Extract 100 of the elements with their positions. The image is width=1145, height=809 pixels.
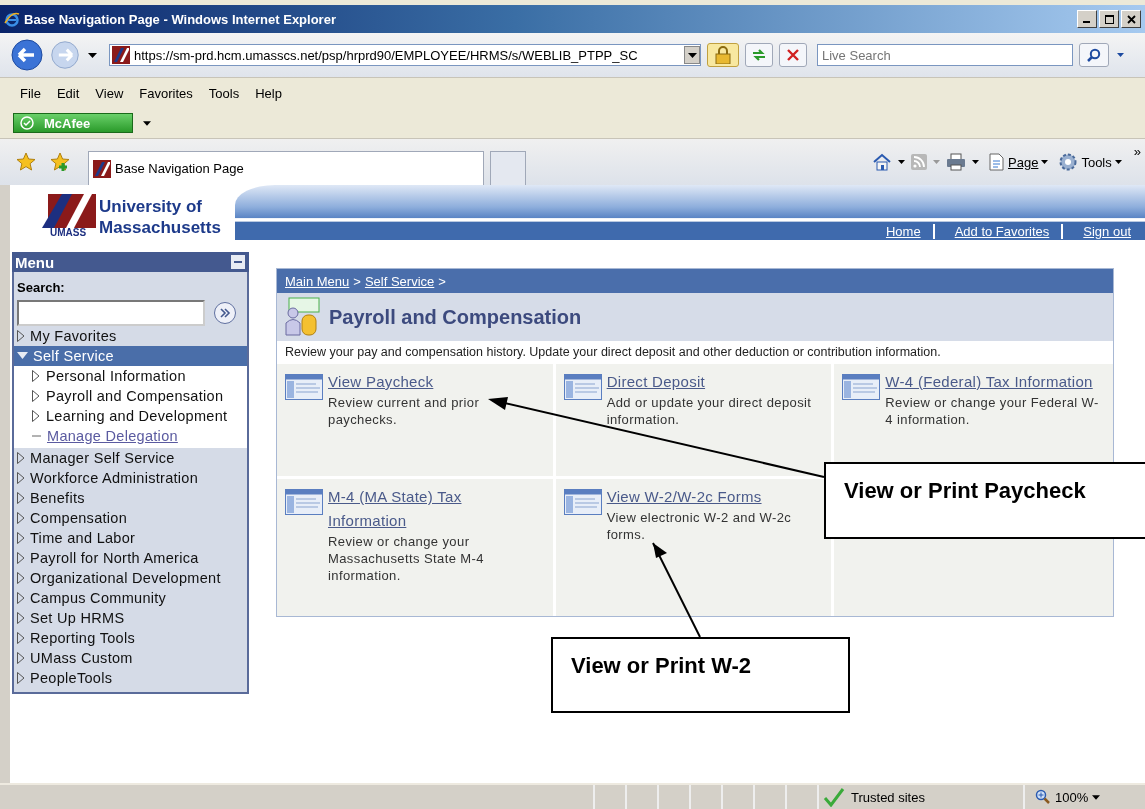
stop-button[interactable] xyxy=(779,43,807,67)
logo-text: University of xyxy=(99,196,203,217)
refresh-button[interactable] xyxy=(745,43,773,67)
tile-link[interactable]: M-4 (MA State) Tax Information xyxy=(328,485,543,533)
menu-bar-item[interactable]: View xyxy=(87,85,132,101)
breadcrumb-link[interactable]: Main Menu xyxy=(285,273,350,289)
close-button[interactable] xyxy=(1121,10,1141,28)
menu-item[interactable]: Learning and Development xyxy=(46,406,228,426)
address-dropdown-button[interactable] xyxy=(684,46,700,64)
menu-link[interactable]: Manage Delegation xyxy=(47,426,178,446)
menu-bar-item[interactable]: File xyxy=(12,85,49,101)
menu-item[interactable]: PeopleTools xyxy=(14,668,247,688)
collapsed-triangle-icon xyxy=(17,512,25,524)
window-icon xyxy=(563,489,602,515)
collapsed-triangle-icon xyxy=(17,592,25,604)
site-favicon-icon xyxy=(112,46,130,64)
menu-bar-item[interactable]: Tools xyxy=(200,85,248,101)
caret-icon[interactable] xyxy=(898,160,906,164)
breadcrumb-link[interactable]: Self Service xyxy=(364,273,435,289)
go-icon[interactable] xyxy=(213,301,237,325)
printer-icon[interactable] xyxy=(946,153,967,171)
menu-item[interactable]: Payroll for North America xyxy=(14,548,247,568)
menu-item[interactable]: UMass Custom xyxy=(14,648,247,668)
more-commands-button[interactable]: » xyxy=(1133,144,1141,159)
menu-item[interactable]: Self Service xyxy=(14,346,247,366)
menu-item[interactable]: Benefits xyxy=(14,488,247,508)
page-icon xyxy=(989,153,1006,171)
menu-item[interactable]: Payroll and Compensation xyxy=(46,386,224,406)
collapsed-triangle-icon xyxy=(17,672,25,684)
breadcrumb-separator: > xyxy=(438,273,446,289)
menu-search-field[interactable] xyxy=(17,300,205,326)
caret-icon xyxy=(1114,160,1122,164)
check-circle-icon xyxy=(20,116,34,130)
caret-icon[interactable] xyxy=(88,52,97,58)
menu-bar-item[interactable]: Edit xyxy=(48,85,88,101)
window-icon xyxy=(285,374,323,400)
checkmark-icon xyxy=(823,787,845,807)
tile-link[interactable]: View Paycheck xyxy=(328,370,543,394)
menu-title: Menu xyxy=(15,253,55,271)
add-favorite-icon[interactable] xyxy=(50,152,70,172)
menu-item[interactable]: Organizational Development xyxy=(14,568,247,588)
maximize-icon xyxy=(1104,14,1114,24)
menu-item[interactable]: Workforce Administration xyxy=(14,468,247,488)
home-icon[interactable] xyxy=(872,153,893,171)
window-title: Base Navigation Page - Windows Internet Explorer xyxy=(24,11,337,27)
tile-link[interactable]: Direct Deposit xyxy=(606,370,822,394)
menu-item[interactable]: Manager Self Service xyxy=(14,448,247,468)
caret-icon xyxy=(687,52,697,58)
collapse-icon[interactable] xyxy=(231,255,245,269)
menu-item[interactable]: Time and Labor xyxy=(14,528,247,548)
security-lock-button[interactable] xyxy=(707,43,739,67)
address-field[interactable]: https://sm-prd.hcm.umasscs.net/psp/hrprd90/EMPLOYEE/HRMS/s/WEBLIB_PTPP_SC xyxy=(109,44,701,66)
header-link[interactable]: Home xyxy=(865,223,933,239)
caret-icon[interactable] xyxy=(972,160,980,164)
back-button[interactable] xyxy=(10,38,44,72)
collapsed-triangle-icon xyxy=(17,612,25,624)
menu-bar-item[interactable]: Favorites xyxy=(131,85,201,101)
search-button[interactable] xyxy=(1079,43,1109,67)
collapsed-triangle-icon xyxy=(17,632,25,644)
page-menu-button[interactable]: Page xyxy=(989,153,1049,171)
expanded-triangle-icon xyxy=(17,352,28,360)
search-label: Search: xyxy=(17,280,65,295)
tile-link[interactable]: W-4 (Federal) Tax Information xyxy=(885,370,1101,394)
collapsed-triangle-icon xyxy=(17,330,25,342)
maximize-button[interactable] xyxy=(1099,10,1119,28)
tile-description: Review or change your Federal W-4 information. xyxy=(885,394,1100,428)
collapsed-triangle-icon xyxy=(17,572,25,584)
header-link[interactable]: Sign out xyxy=(1061,223,1145,239)
refresh-icon xyxy=(751,48,767,62)
collapsed-triangle-icon xyxy=(17,652,25,664)
search-field[interactable]: Live Search xyxy=(817,44,1073,66)
magnifier-icon xyxy=(1035,789,1051,805)
menu-item[interactable]: Personal Information xyxy=(46,366,186,386)
browser-logo-icon xyxy=(4,11,20,27)
header-link[interactable]: Add to Favorites xyxy=(932,223,1062,239)
breadcrumb-separator: > xyxy=(353,273,361,289)
menu-item[interactable]: Reporting Tools xyxy=(14,628,247,648)
collapsed-triangle-icon xyxy=(17,452,25,464)
url-text: https://sm-prd.hcm.umasscs.net/psp/hrprd90/EMPLOYEE/HRMS/s/WEBLIB_PTPP_SC xyxy=(134,47,639,63)
callout-box: View or Print W-2 xyxy=(551,637,850,713)
menu-item[interactable]: Compensation xyxy=(14,508,247,528)
caret-icon[interactable] xyxy=(1117,53,1124,57)
favorites-star-icon[interactable] xyxy=(16,152,36,172)
tile-description: Review or change your Massachusetts State M-4 information. xyxy=(328,533,485,584)
padlock-icon xyxy=(715,46,731,64)
minimize-button[interactable] xyxy=(1077,10,1097,28)
tools-menu-button[interactable]: Tools xyxy=(1058,152,1122,172)
site-favicon-icon xyxy=(93,159,111,178)
menu-item[interactable]: Set Up HRMS xyxy=(14,608,247,628)
menu-bar-item[interactable]: Help xyxy=(247,85,290,101)
tile-link[interactable]: View W-2/W-2c Forms xyxy=(606,485,822,509)
caret-icon[interactable] xyxy=(143,120,151,126)
tile-description: View electronic W-2 and W-2c forms. xyxy=(606,509,793,543)
menu-item[interactable]: Campus Community xyxy=(14,588,247,608)
menu-item[interactable]: My Favorites xyxy=(14,326,247,346)
gear-icon xyxy=(1058,152,1079,172)
browser-tab[interactable]: Base Navigation Page xyxy=(88,151,484,185)
security-zone: Trusted sites xyxy=(819,785,1025,809)
collapsed-triangle-icon xyxy=(17,472,25,484)
zoom-button[interactable]: 100% xyxy=(1025,785,1145,809)
